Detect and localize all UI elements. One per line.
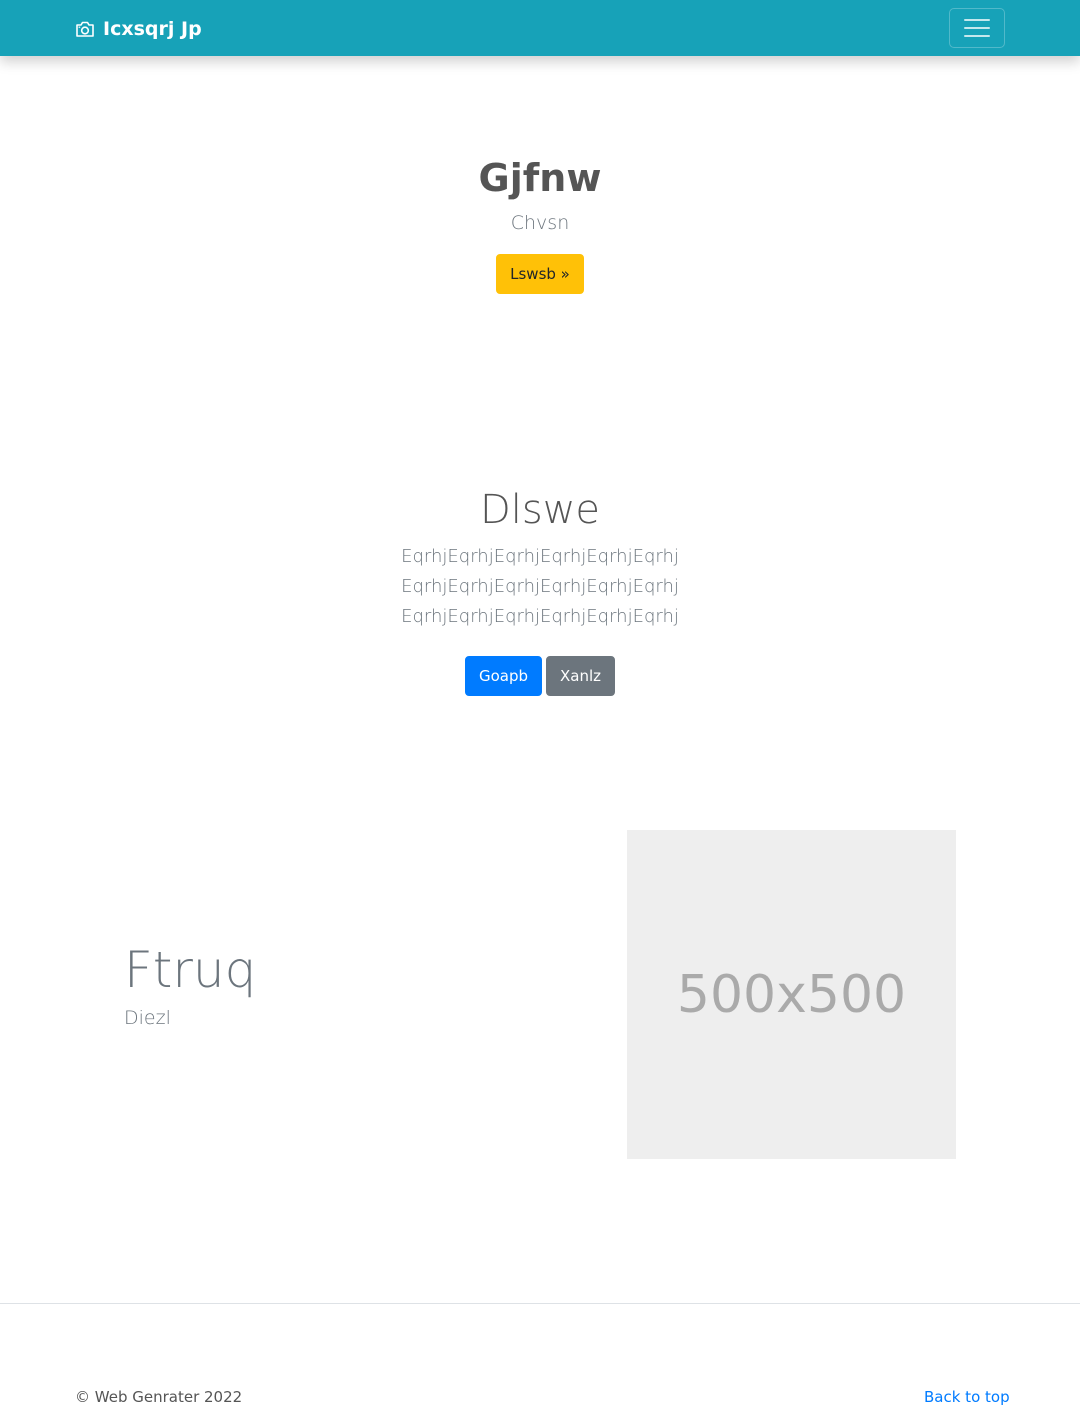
hamburger-menu-icon — [964, 19, 990, 21]
brand-text: Icxsqrj Jp — [103, 18, 202, 40]
back-to-top-link[interactable]: Back to top — [924, 1386, 1010, 1408]
intro-title: Dlswe — [479, 487, 601, 533]
secondary-button[interactable]: Xanlz — [546, 656, 616, 696]
hamburger-menu-icon-bar — [964, 35, 990, 37]
primary-button[interactable]: Goapb — [464, 656, 543, 696]
intro-lead-text: EqrhjEqrhjEqrhjEqrhjEqrhjEqrhj EqrhjEqrh… — [401, 546, 679, 627]
footer-copyright: © Web Genrater 2022 — [75, 1388, 243, 1406]
footer-divider — [0, 1303, 1080, 1304]
navbar-toggler-button[interactable] — [949, 8, 1005, 48]
feature-text-block: Ftruq Diezl — [124, 938, 524, 1032]
hero-cta-button[interactable]: Lswsb » — [496, 254, 584, 294]
hero-title: Gjfnw — [478, 156, 602, 200]
hero-subtitle: Chvsn — [510, 212, 570, 234]
placeholder-label: 500x500 — [676, 964, 907, 1025]
navbar: Icxsqrj Jp — [0, 0, 1080, 56]
camera-icon — [76, 21, 94, 37]
intro-button-group: Goapb Xanlz — [0, 656, 1080, 696]
feature-subtitle: Diezl — [124, 1007, 171, 1029]
feature-image-placeholder: 500x500 — [627, 830, 956, 1159]
hero-section: Gjfnw Chvsn Lswsb » — [0, 150, 1080, 294]
brand-link[interactable]: Icxsqrj Jp — [75, 16, 202, 42]
intro-section: Dlswe EqrhjEqrhjEqrhjEqrhjEqrhjEqrhj Eqr… — [0, 484, 1080, 696]
hamburger-menu-icon-bar — [964, 27, 990, 29]
feature-title: Ftruq — [124, 941, 257, 999]
